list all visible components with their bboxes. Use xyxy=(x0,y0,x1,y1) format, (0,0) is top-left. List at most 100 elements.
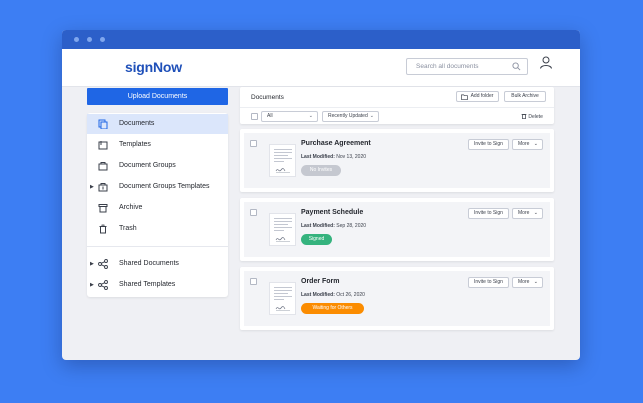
more-button[interactable]: More ⌄ xyxy=(512,139,543,150)
document-card-body: Purchase Agreement Last Modified: Nov 13… xyxy=(244,133,550,188)
status-badge: Waiting for Others xyxy=(301,303,364,314)
documents-panel: Documents Add folder Bulk Archive All ⌄ … xyxy=(240,87,554,337)
document-modified: Last Modified: Sep 28, 2020 xyxy=(301,223,366,229)
window-dot-icon xyxy=(100,37,105,42)
search-placeholder: Search all documents xyxy=(416,63,479,70)
modified-label: Last Modified: xyxy=(301,292,335,298)
caret-right-icon[interactable]: ▶ xyxy=(90,254,94,274)
document-name[interactable]: Purchase Agreement xyxy=(301,140,371,147)
document-checkbox[interactable] xyxy=(250,209,257,216)
modified-label: Last Modified: xyxy=(301,223,335,229)
document-groups-icon xyxy=(98,162,108,171)
invite-to-sign-button[interactable]: Invite to Sign xyxy=(468,208,509,219)
sort-select[interactable]: Recently Updated ⌄ xyxy=(322,111,379,122)
sidebar-item-document-groups[interactable]: Document Groups xyxy=(87,156,228,176)
folder-icon xyxy=(461,94,468,100)
modified-date: Nov 13, 2020 xyxy=(336,154,367,160)
document-card-body: Order Form Last Modified: Oct 26, 2020 W… xyxy=(244,271,550,326)
invite-to-sign-button[interactable]: Invite to Sign xyxy=(468,139,509,150)
documents-toolbar: Documents Add folder Bulk Archive All ⌄ … xyxy=(240,87,554,124)
document-groups-templates-icon xyxy=(98,183,108,192)
filter-select[interactable]: All ⌄ xyxy=(261,111,318,122)
modified-label: Last Modified: xyxy=(301,154,335,160)
document-card[interactable]: Purchase Agreement Last Modified: Nov 13… xyxy=(240,129,554,192)
document-card-body: Payment Schedule Last Modified: Sep 28, … xyxy=(244,202,550,257)
more-button[interactable]: More ⌄ xyxy=(512,277,543,288)
signature-icon xyxy=(275,306,290,311)
filter-value: All xyxy=(267,113,273,119)
signnow-logo[interactable]: signNow xyxy=(125,59,182,75)
top-bar: signNow Search all documents xyxy=(62,49,580,87)
share-icon xyxy=(98,259,108,269)
document-modified: Last Modified: Nov 13, 2020 xyxy=(301,154,366,160)
window-titlebar xyxy=(62,30,580,49)
sidebar-item-label: Document Groups xyxy=(119,162,176,169)
sidebar-item-archive[interactable]: Archive xyxy=(87,198,228,218)
document-thumbnail[interactable] xyxy=(269,213,296,246)
sidebar-item-label: Templates xyxy=(119,141,151,148)
document-name[interactable]: Order Form xyxy=(301,278,340,285)
document-name[interactable]: Payment Schedule xyxy=(301,209,363,216)
trash-icon xyxy=(99,224,107,234)
caret-right-icon[interactable]: ▶ xyxy=(90,177,94,197)
document-checkbox[interactable] xyxy=(250,140,257,147)
status-badge: No Invites xyxy=(301,165,341,176)
more-label: More xyxy=(518,141,530,147)
window-dot-icon xyxy=(74,37,79,42)
sidebar-item-label: Trash xyxy=(119,225,137,232)
more-button[interactable]: More ⌄ xyxy=(512,208,543,219)
delete-label: Delete xyxy=(528,114,543,120)
chevron-down-icon: ⌄ xyxy=(308,113,313,119)
document-checkbox[interactable] xyxy=(250,278,257,285)
document-card[interactable]: Order Form Last Modified: Oct 26, 2020 W… xyxy=(240,267,554,330)
sort-value: Recently Updated xyxy=(328,113,368,119)
chevron-down-icon: ⌄ xyxy=(533,210,538,216)
sidebar-nav: Documents Templates Document Groups ▶ Do… xyxy=(87,113,228,297)
sidebar-item-label: Documents xyxy=(119,120,155,127)
sidebar-item-label: Shared Templates xyxy=(119,281,176,288)
sidebar-item-shared-templates[interactable]: ▶ Shared Templates xyxy=(87,275,228,295)
invite-to-sign-button[interactable]: Invite to Sign xyxy=(468,277,509,288)
more-label: More xyxy=(518,279,530,285)
sidebar-item-documents[interactable]: Documents xyxy=(87,114,228,134)
toolbar-divider xyxy=(240,107,554,108)
app-window: signNow Search all documents Upload Docu… xyxy=(62,30,580,360)
document-thumbnail[interactable] xyxy=(269,144,296,177)
search-input[interactable]: Search all documents xyxy=(406,58,528,75)
chevron-down-icon: ⌄ xyxy=(533,279,538,285)
share-icon xyxy=(98,280,108,290)
sidebar-item-label: Document Groups Templates xyxy=(119,183,210,190)
user-avatar-icon[interactable] xyxy=(539,55,553,69)
sidebar-item-document-groups-templates[interactable]: ▶ Document Groups Templates xyxy=(87,177,228,197)
add-folder-button[interactable]: Add folder xyxy=(456,91,499,102)
sidebar-item-templates[interactable]: Templates xyxy=(87,135,228,155)
more-label: More xyxy=(518,210,530,216)
select-all-checkbox[interactable] xyxy=(251,113,258,120)
modified-date: Sep 28, 2020 xyxy=(336,223,367,229)
chevron-down-icon: ⌄ xyxy=(369,113,374,119)
sidebar-item-trash[interactable]: Trash xyxy=(87,219,228,239)
trash-icon xyxy=(521,114,527,120)
upload-documents-button[interactable]: Upload Documents xyxy=(87,88,228,105)
templates-icon xyxy=(98,141,108,150)
delete-button[interactable]: Delete xyxy=(521,113,543,120)
status-badge: Signed xyxy=(301,234,332,245)
signature-icon xyxy=(275,168,290,173)
document-thumbnail[interactable] xyxy=(269,282,296,315)
sidebar-item-label: Shared Documents xyxy=(119,260,179,267)
caret-right-icon[interactable]: ▶ xyxy=(90,275,94,295)
documents-title: Documents xyxy=(251,94,284,101)
archive-icon xyxy=(98,204,108,213)
signature-icon xyxy=(275,237,290,242)
document-modified: Last Modified: Oct 26, 2020 xyxy=(301,292,365,298)
modified-date: Oct 26, 2020 xyxy=(336,292,365,298)
sidebar-item-label: Archive xyxy=(119,204,143,211)
sidebar-item-shared-documents[interactable]: ▶ Shared Documents xyxy=(87,254,228,274)
sidebar-divider xyxy=(87,246,228,247)
documents-icon xyxy=(98,119,108,129)
chevron-down-icon: ⌄ xyxy=(533,141,538,147)
window-dot-icon xyxy=(87,37,92,42)
bulk-archive-button[interactable]: Bulk Archive xyxy=(504,91,546,102)
search-icon[interactable] xyxy=(512,62,521,71)
document-card[interactable]: Payment Schedule Last Modified: Sep 28, … xyxy=(240,198,554,261)
